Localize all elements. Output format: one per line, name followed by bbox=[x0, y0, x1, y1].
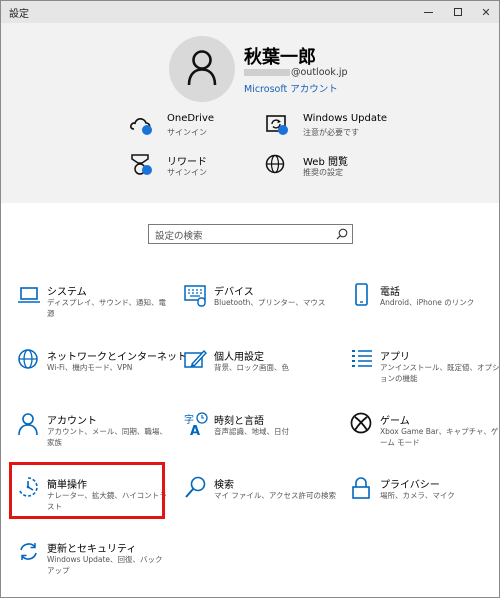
time-language-icon: 字 A bbox=[184, 412, 208, 436]
tile-title: アカウント bbox=[47, 416, 97, 427]
close-icon: ✕ bbox=[481, 5, 491, 19]
laptop-icon bbox=[18, 287, 40, 303]
tile-desc: マイ ファイル、アクセス許可の検索 bbox=[214, 491, 337, 500]
window-title: 設定 bbox=[9, 9, 29, 20]
quick-web-browsing[interactable]: Web 閲覧 推奨の設定 bbox=[265, 153, 445, 183]
minimize-icon bbox=[423, 11, 433, 13]
tile-accounts[interactable]: アカウント アカウント、メール、同期、職場、家族 bbox=[17, 412, 167, 464]
email-domain: @outlook.jp bbox=[291, 67, 348, 78]
update-sync-icon bbox=[20, 543, 37, 560]
windows-update-badge bbox=[278, 125, 288, 135]
web-browsing-subtitle: 推奨の設定 bbox=[303, 168, 343, 177]
tile-desc: Windows Update、回復、バックアップ bbox=[47, 555, 163, 575]
tile-title: デバイス bbox=[214, 287, 254, 298]
settings-window: 設定 ✕ 秋葉一郎 @outlook.jp Microsoft アカウント On… bbox=[0, 0, 500, 598]
person-icon bbox=[18, 413, 38, 436]
tile-desc: Bluetooth、プリンター、マウス bbox=[214, 298, 326, 307]
xbox-icon bbox=[350, 412, 372, 434]
windows-update-title: Windows Update bbox=[303, 113, 388, 124]
rewards-subtitle: サインイン bbox=[167, 168, 207, 177]
tile-update-security[interactable]: 更新とセキュリティ Windows Update、回復、バックアップ bbox=[17, 540, 167, 592]
tile-title: ネットワークとインターネット bbox=[47, 352, 187, 363]
phone-icon bbox=[355, 283, 368, 306]
title-bar: 設定 ✕ bbox=[1, 1, 499, 23]
windows-update-subtitle: 注意が必要です bbox=[303, 128, 359, 137]
tile-desc: 場所、カメラ、マイク bbox=[380, 491, 455, 500]
tile-title: ゲーム bbox=[380, 416, 410, 427]
onedrive-title: OneDrive bbox=[167, 113, 215, 124]
tile-system[interactable]: システム ディスプレイ、サウンド、通知、電源 bbox=[17, 283, 167, 335]
tile-privacy[interactable]: プライバシー 場所、カメラ、マイク bbox=[350, 476, 499, 528]
svg-text:A: A bbox=[190, 424, 200, 436]
tile-desc: アンインストール、既定値、オプションの機能 bbox=[380, 363, 500, 383]
email-redaction bbox=[244, 69, 290, 76]
rewards-title: リワード bbox=[167, 157, 207, 168]
tile-desc: Xbox Game Bar、キャプチャ、ゲーム モード bbox=[380, 427, 499, 447]
keyboard-icon bbox=[184, 285, 206, 307]
tile-gaming[interactable]: ゲーム Xbox Game Bar、キャプチャ、ゲーム モード bbox=[350, 412, 499, 464]
tile-phone[interactable]: 電話 Android、iPhone のリンク bbox=[350, 283, 499, 335]
tile-title: プライバシー bbox=[380, 480, 440, 491]
user-email: @outlook.jp bbox=[244, 67, 348, 78]
search-icon bbox=[185, 476, 206, 498]
personalization-icon bbox=[184, 349, 207, 368]
tile-title: 更新とセキュリティ bbox=[47, 544, 137, 555]
onedrive-subtitle: サインイン bbox=[167, 128, 207, 137]
web-browsing-title: Web 閲覧 bbox=[303, 157, 348, 168]
account-header: 秋葉一郎 @outlook.jp Microsoft アカウント OneDriv… bbox=[1, 23, 499, 203]
tile-title: 個人用設定 bbox=[214, 352, 264, 363]
tile-apps[interactable]: アプリ アンインストール、既定値、オプションの機能 bbox=[350, 348, 500, 400]
avatar[interactable] bbox=[169, 36, 235, 102]
tile-desc: アカウント、メール、同期、職場、家族 bbox=[47, 427, 167, 447]
tile-network[interactable]: ネットワークとインターネット Wi-Fi、機内モード、VPN bbox=[17, 348, 187, 400]
tile-title: アプリ bbox=[380, 352, 410, 363]
minimize-button[interactable] bbox=[413, 1, 443, 23]
tile-desc: Android、iPhone のリンク bbox=[380, 298, 475, 307]
microsoft-account-link[interactable]: Microsoft アカウント bbox=[244, 81, 338, 95]
apps-list-icon bbox=[352, 350, 372, 367]
maximize-button[interactable] bbox=[443, 1, 473, 23]
close-button[interactable]: ✕ bbox=[471, 1, 499, 23]
globe-icon bbox=[265, 154, 285, 174]
quick-windows-update[interactable]: Windows Update 注意が必要です bbox=[265, 113, 445, 143]
tile-title: 時刻と言語 bbox=[214, 416, 264, 427]
tile-search[interactable]: 検索 マイ ファイル、アクセス許可の検索 bbox=[184, 476, 337, 528]
tile-title: 電話 bbox=[380, 287, 400, 298]
settings-search-input[interactable]: 設定の検索 bbox=[148, 224, 353, 244]
tile-desc: 音声認識、地域、日付 bbox=[214, 427, 289, 436]
tile-title: 検索 bbox=[214, 480, 234, 491]
network-globe-icon bbox=[18, 349, 38, 369]
user-silhouette-icon bbox=[187, 50, 217, 86]
lock-icon bbox=[352, 477, 370, 499]
ease-of-access-highlight bbox=[9, 462, 165, 519]
maximize-icon bbox=[454, 8, 462, 16]
tile-desc: 背景、ロック画面、色 bbox=[214, 363, 289, 372]
user-name: 秋葉一郎 bbox=[244, 47, 316, 68]
tile-desc: Wi-Fi、機内モード、VPN bbox=[47, 363, 133, 372]
onedrive-badge bbox=[142, 125, 152, 135]
tile-desc: ディスプレイ、サウンド、通知、電源 bbox=[47, 298, 167, 318]
search-icon[interactable] bbox=[336, 228, 348, 240]
rewards-badge bbox=[142, 165, 152, 175]
tile-time-language[interactable]: 字 A 時刻と言語 音声認識、地域、日付 bbox=[184, 412, 334, 464]
search-placeholder: 設定の検索 bbox=[155, 231, 203, 242]
tile-title: システム bbox=[47, 287, 87, 298]
tile-devices[interactable]: デバイス Bluetooth、プリンター、マウス bbox=[184, 283, 334, 335]
tile-personalization[interactable]: 個人用設定 背景、ロック画面、色 bbox=[184, 348, 334, 400]
